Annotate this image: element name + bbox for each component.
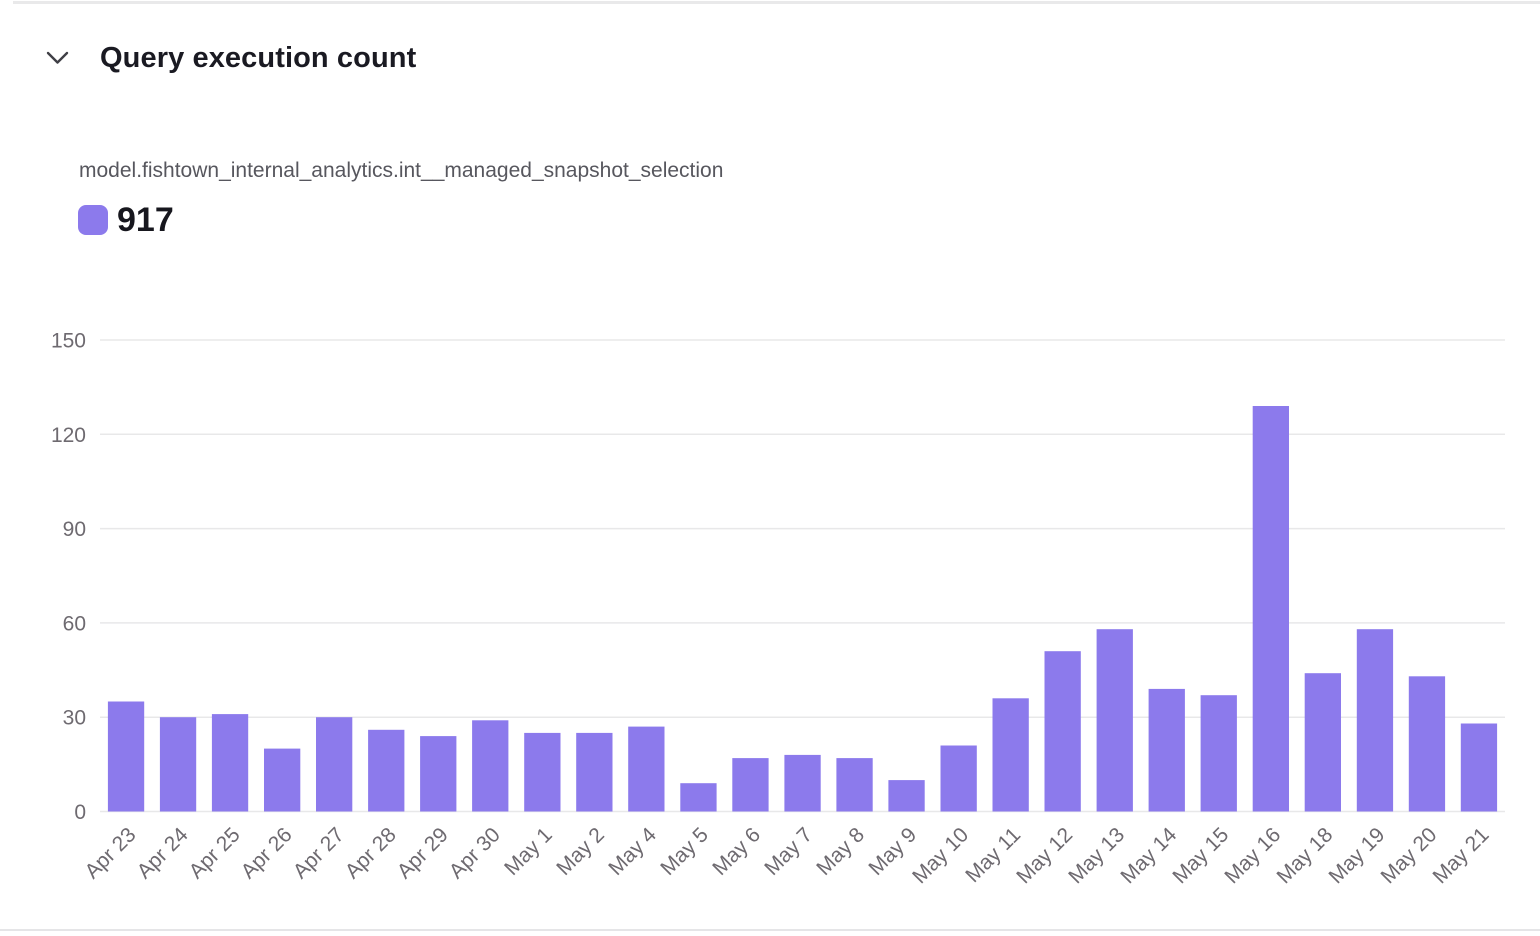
chevron-down-icon[interactable]	[45, 46, 69, 70]
x-axis-label: May 11	[961, 823, 1025, 887]
bar[interactable]	[680, 783, 716, 811]
x-axis-label: May 19	[1324, 823, 1389, 888]
y-axis-label: 150	[51, 330, 86, 353]
bar[interactable]	[888, 780, 924, 811]
bar[interactable]	[941, 746, 977, 812]
x-axis-label: May 6	[708, 823, 765, 880]
x-axis-label: Apr 23	[81, 823, 141, 883]
bar[interactable]	[1357, 629, 1393, 811]
x-axis-label: Apr 29	[393, 823, 453, 883]
panel-header: Query execution count	[45, 41, 416, 75]
x-axis-label: May 7	[760, 823, 817, 880]
x-axis-label: May 10	[908, 823, 973, 888]
x-axis-label: May 5	[656, 823, 713, 880]
bar[interactable]	[108, 702, 144, 812]
x-axis-label: May 18	[1272, 823, 1337, 888]
x-axis-label: Apr 28	[341, 823, 401, 883]
bar[interactable]	[836, 758, 872, 811]
x-axis-label: May 1	[500, 823, 557, 880]
x-axis-label: May 21	[1429, 823, 1494, 888]
bar[interactable]	[1253, 406, 1289, 812]
bar[interactable]	[628, 727, 664, 812]
y-axis-label: 0	[74, 801, 86, 824]
bar[interactable]	[472, 720, 508, 811]
bar[interactable]	[368, 730, 404, 812]
bar[interactable]	[784, 755, 820, 812]
x-axis-label: May 20	[1376, 823, 1441, 888]
bar[interactable]	[732, 758, 768, 811]
y-axis-label: 90	[63, 518, 86, 541]
x-axis-label: May 15	[1168, 823, 1233, 888]
y-axis-label: 30	[63, 707, 86, 730]
top-divider	[13, 1, 1540, 4]
bottom-divider	[0, 929, 1540, 931]
bar[interactable]	[1149, 689, 1185, 812]
x-axis-label: May 16	[1220, 823, 1285, 888]
bar[interactable]	[420, 736, 456, 811]
bar[interactable]	[1305, 673, 1341, 811]
bar[interactable]	[160, 717, 196, 811]
x-axis-label: May 4	[604, 823, 661, 880]
bar[interactable]	[1409, 676, 1445, 811]
bar[interactable]	[993, 698, 1029, 811]
y-axis-label: 120	[51, 424, 86, 447]
bar[interactable]	[212, 714, 248, 811]
bar[interactable]	[316, 717, 352, 811]
series-name-label: model.fishtown_internal_analytics.int__m…	[79, 158, 723, 184]
x-axis-label: Apr 27	[289, 823, 349, 883]
x-axis-label: May 14	[1116, 823, 1181, 888]
bar[interactable]	[1097, 629, 1133, 811]
x-axis-label: May 2	[552, 823, 609, 880]
bar[interactable]	[1045, 651, 1081, 811]
y-axis-label: 60	[63, 612, 86, 635]
chart-legend: 917	[78, 202, 174, 238]
bar[interactable]	[576, 733, 612, 812]
query-execution-panel: Query execution count model.fishtown_int…	[0, 0, 1540, 936]
bar[interactable]	[1201, 695, 1237, 811]
x-axis-label: May 8	[812, 823, 869, 880]
panel-title: Query execution count	[100, 41, 416, 75]
legend-swatch	[78, 205, 108, 235]
x-axis-label: May 12	[1012, 823, 1077, 888]
bar-chart: 0306090120150Apr 23Apr 24Apr 25Apr 26Apr…	[0, 300, 1540, 930]
x-axis-label: Apr 30	[445, 823, 505, 883]
legend-value: 917	[117, 202, 174, 238]
bar[interactable]	[524, 733, 560, 812]
bar[interactable]	[1461, 724, 1497, 812]
x-axis-label: Apr 26	[237, 823, 297, 883]
x-axis-label: Apr 25	[185, 823, 245, 883]
x-axis-label: May 13	[1064, 823, 1129, 888]
x-axis-label: Apr 24	[133, 823, 193, 883]
bar[interactable]	[264, 749, 300, 812]
